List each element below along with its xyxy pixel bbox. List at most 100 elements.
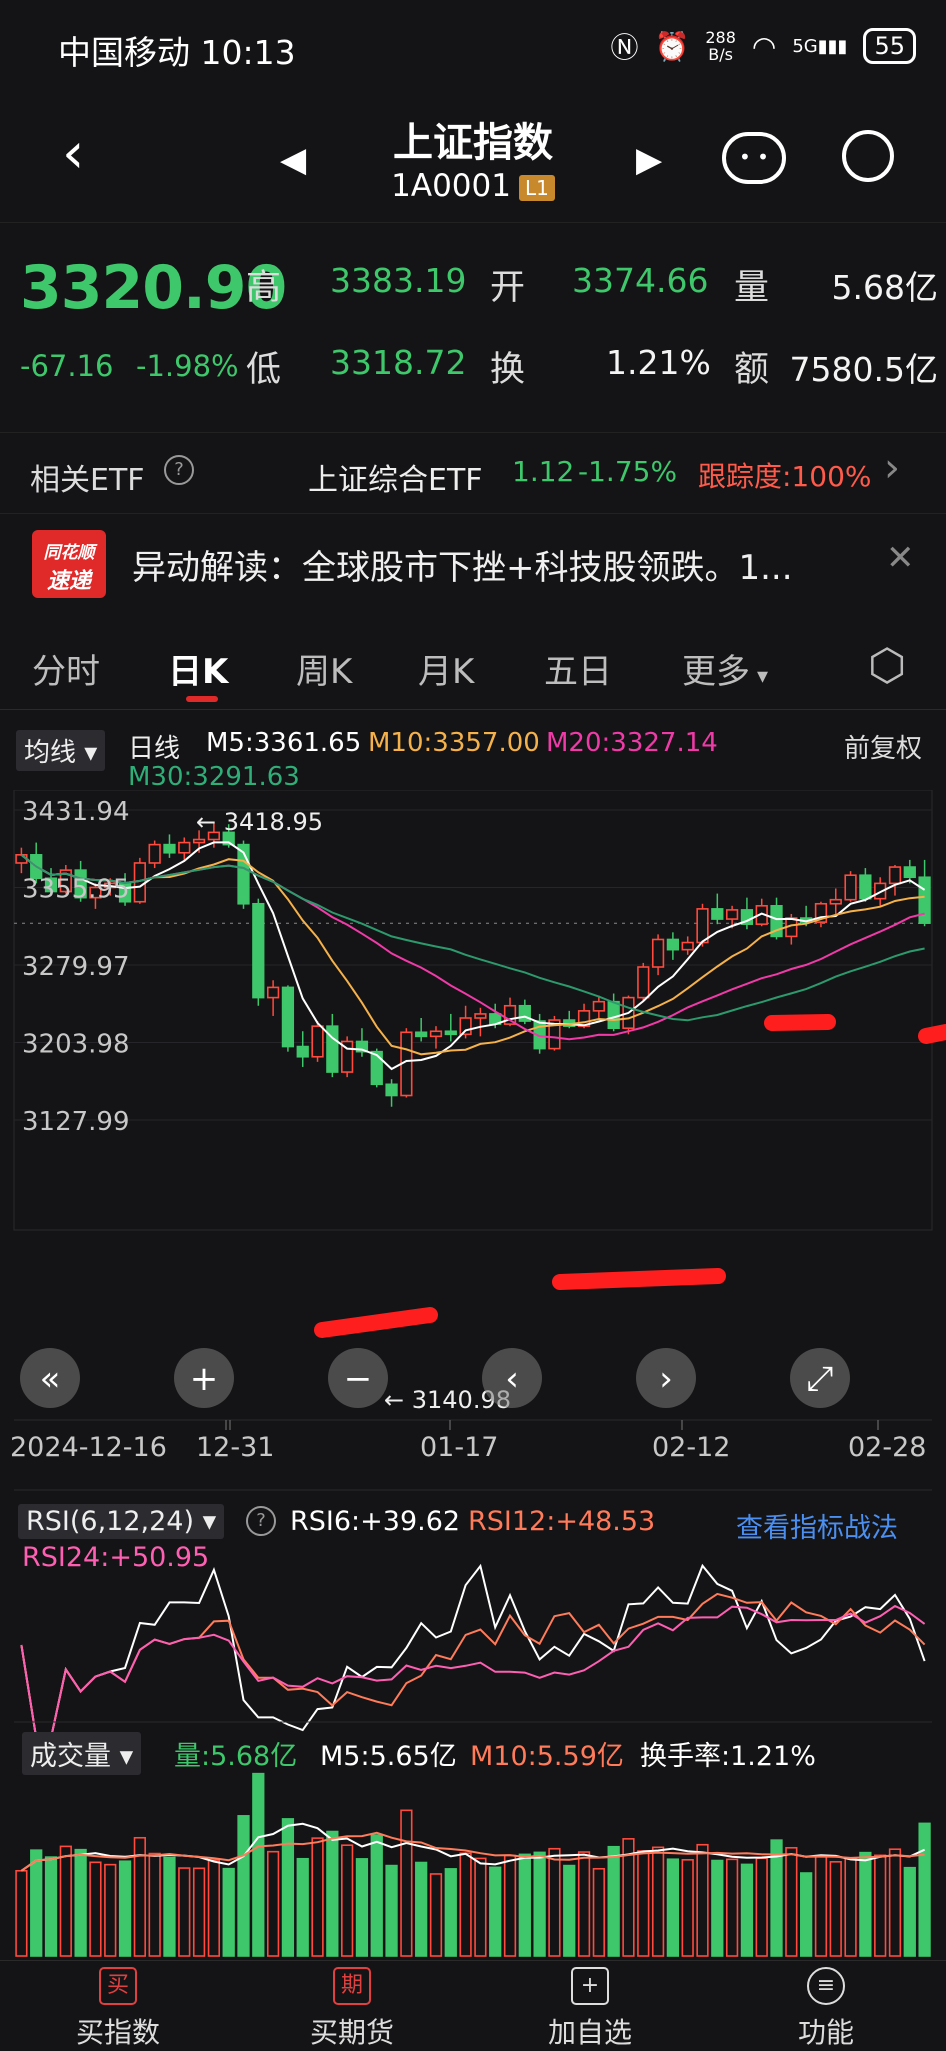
rsi-help-icon[interactable]: ? xyxy=(246,1506,276,1536)
rewind-icon-glyph: « xyxy=(40,1359,61,1399)
candle-body xyxy=(607,1000,620,1029)
ma10-value: M10:3357.00 xyxy=(368,728,540,758)
rsi24-line xyxy=(20,1604,926,1739)
high-label: 高 xyxy=(246,268,282,308)
volume-bar xyxy=(563,1864,576,1957)
rewind-icon[interactable]: « xyxy=(20,1348,80,1408)
open-value: 3374.66 xyxy=(572,261,709,300)
nav-buy-index[interactable]: 买买指数 xyxy=(58,1967,178,2051)
close-icon[interactable]: ✕ xyxy=(886,538,915,578)
fullscreen-icon-glyph: ⤢ xyxy=(806,1359,833,1399)
candle-body xyxy=(918,876,931,924)
plus-icon: + xyxy=(571,1967,609,2005)
volume-bar xyxy=(444,1868,457,1957)
tab-monthly-k[interactable]: 月K xyxy=(418,644,474,693)
amount-label: 额 xyxy=(734,350,770,390)
tab-daily-k[interactable]: 日K xyxy=(168,644,228,693)
volume-bar xyxy=(429,1873,443,1957)
kline-ma-lines xyxy=(20,841,926,1071)
chevron-right-icon: › xyxy=(884,445,900,491)
candle-body xyxy=(637,966,650,999)
low-value: 3318.72 xyxy=(330,343,467,382)
candle-body xyxy=(266,986,280,999)
scroll-right-icon[interactable]: › xyxy=(636,1348,696,1408)
zoom-in-icon[interactable]: + xyxy=(174,1348,234,1408)
help-icon[interactable]: ? xyxy=(164,455,194,485)
volume-bar xyxy=(311,1837,324,1957)
candle-body xyxy=(711,908,724,920)
volume-bar xyxy=(118,1860,132,1957)
candle-body xyxy=(651,938,665,968)
volume-header: 成交量 ▾ 量:5.68亿 M5:5.65亿 M10:5.59亿 换手率:1.2… xyxy=(0,1728,946,1775)
tab-intraday[interactable]: 分时 xyxy=(32,644,100,693)
nav-buy-futures[interactable]: 期买期货 xyxy=(292,1967,412,2051)
volume-label: 量 xyxy=(734,268,770,308)
volume-bar xyxy=(30,1849,43,1957)
volume-bar xyxy=(518,1853,531,1957)
zoom-out-icon[interactable]: − xyxy=(328,1348,388,1408)
ma-selector[interactable]: 均线 ▾ xyxy=(16,730,106,771)
ma30-line xyxy=(20,854,925,1022)
date-label: 01-17 xyxy=(420,1432,498,1463)
kline-date-axis: 2024-12-16 12-31 01-17 02-12 02-28 xyxy=(10,1419,932,1463)
volume-bar xyxy=(281,1818,295,1957)
news-badge: 同花顺 速递 xyxy=(32,530,106,598)
volume-m5: M5:5.65亿 xyxy=(320,1741,457,1772)
scroll-left-icon[interactable]: ‹ xyxy=(482,1348,542,1408)
adjust-mode[interactable]: 前复权 xyxy=(844,728,922,765)
robot-icon[interactable]: • • xyxy=(722,132,786,184)
volume-bar xyxy=(725,1858,739,1957)
nav-functions[interactable]: ≡ 功能 xyxy=(766,1967,886,2051)
chart-area[interactable]: 3431.94 3355.95 3279.97 3203.98 3127.99 ← 34… xyxy=(0,790,946,1960)
tab-five-day[interactable]: 五日 xyxy=(544,644,612,693)
volume-bar xyxy=(207,1859,221,1957)
candle-body xyxy=(281,986,295,1048)
search-icon[interactable] xyxy=(842,130,894,182)
candle-body xyxy=(859,874,872,900)
fullscreen-icon[interactable]: ⤢ xyxy=(790,1348,850,1408)
volume-current: 量:5.68亿 xyxy=(174,1741,298,1772)
candle-body xyxy=(666,938,680,951)
volume-bar xyxy=(178,1867,191,1957)
volume-bar xyxy=(888,1848,902,1957)
news-row[interactable]: 同花顺 速递 异动解读：全球股市下挫+科技股领跌。1... ✕ xyxy=(0,516,946,616)
volume-bar xyxy=(592,1867,605,1957)
tab-more[interactable]: 更多 ▾ xyxy=(682,644,768,693)
volume-turnover: 换手率:1.21% xyxy=(640,1741,816,1772)
change-value: -67.16 xyxy=(20,349,114,383)
rsi24-value: RSI24:+50.95 xyxy=(22,1542,210,1573)
highlight-mark xyxy=(552,1268,726,1290)
low-label: 低 xyxy=(246,350,282,390)
max-price-marker: ← 3418.95 xyxy=(196,808,323,836)
indicator-strategy-link[interactable]: 查看指标战法 xyxy=(736,1506,898,1545)
change-percent: -1.98% xyxy=(136,349,239,383)
rsi-selector[interactable]: RSI(6,12,24) ▾ xyxy=(18,1504,225,1539)
wifi-icon: ◠ xyxy=(751,29,777,63)
turnover-label: 换 xyxy=(490,350,526,390)
tab-weekly-k[interactable]: 周K xyxy=(296,644,352,693)
stock-code: 1A0001 L1 xyxy=(0,168,946,204)
amount-value: 7580.5亿 xyxy=(789,350,938,389)
volume-selector[interactable]: 成交量 ▾ xyxy=(22,1732,142,1775)
candle-body xyxy=(385,1083,398,1097)
open-label: 开 xyxy=(490,268,526,308)
volume-value: 5.68亿 xyxy=(831,268,938,307)
volume-bar xyxy=(192,1867,206,1957)
bottom-nav: 买买指数 期买期货 + 加自选 ≡ 功能 xyxy=(0,1960,946,2051)
related-etf-row[interactable]: 相关ETF ? 上证综合ETF 1.12 -1.75% 跟踪度:100% › xyxy=(0,432,946,514)
volume-bar xyxy=(459,1852,472,1957)
rsi-header: RSI(6,12,24) ▾ ? RSI6:+39.62 RSI12:+48.5… xyxy=(0,1500,946,1580)
zoom-in-icon-glyph: + xyxy=(190,1359,219,1399)
level-tag: L1 xyxy=(518,174,555,201)
volume-bar xyxy=(326,1830,339,1957)
scroll-left-icon-glyph: ‹ xyxy=(505,1359,519,1399)
y-axis-label: 3127.99 xyxy=(22,1107,130,1137)
volume-bar xyxy=(74,1848,87,1957)
next-stock-icon[interactable]: ▶ xyxy=(636,138,662,182)
settings-hexagon-icon[interactable]: ⬡ xyxy=(868,640,906,691)
volume-bar xyxy=(89,1861,102,1957)
nav-add-watchlist[interactable]: + 加自选 xyxy=(530,1967,650,2051)
candle-body xyxy=(903,866,916,879)
volume-bar xyxy=(533,1851,546,1957)
volume-m10: M10:5.59亿 xyxy=(470,1741,624,1772)
